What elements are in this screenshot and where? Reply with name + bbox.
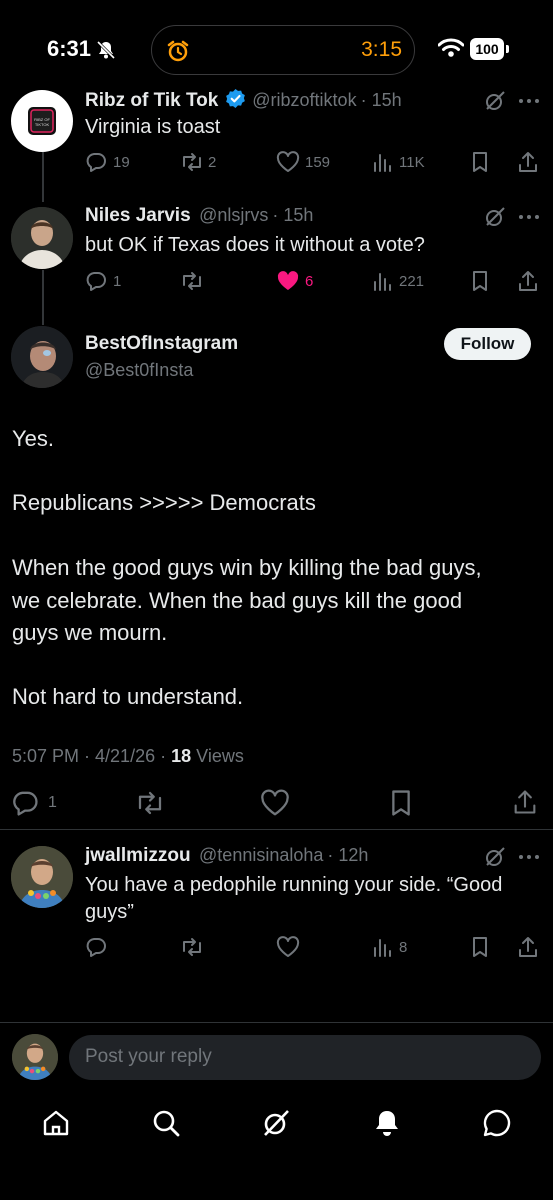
- repost-icon[interactable]: [135, 789, 165, 817]
- divider: [0, 829, 553, 830]
- reply-icon[interactable]: [85, 936, 107, 958]
- status-time: 6:31: [47, 36, 92, 61]
- repost-icon[interactable]: [180, 936, 204, 958]
- share-icon[interactable]: [517, 935, 539, 959]
- bell-slash-icon: [96, 40, 116, 60]
- avatar[interactable]: RIBZ OF TIKTOK: [11, 90, 73, 152]
- verified-badge-icon: [225, 88, 246, 109]
- like-count: 6: [305, 273, 314, 290]
- post-views-count: 18: [171, 746, 192, 766]
- post-time: · 15h: [272, 205, 314, 225]
- tweet-text: Virginia is toast: [85, 116, 221, 138]
- more-options-icon[interactable]: [518, 214, 540, 220]
- timer-label: 3:15: [361, 38, 402, 61]
- avatar-logo-text: RIBZ OF TIKTOK: [34, 117, 50, 127]
- home-indicator: [207, 1182, 347, 1187]
- repost-count: 2: [208, 154, 217, 171]
- avatar[interactable]: [12, 1034, 58, 1080]
- reply-count: 19: [113, 154, 130, 171]
- post-line: When the good guys win by killing the ba…: [12, 555, 482, 580]
- reply-input[interactable]: Post your reply: [69, 1035, 541, 1080]
- author-handle[interactable]: @tennisinaloha: [199, 845, 323, 865]
- view-count: 11K: [399, 154, 425, 171]
- more-options-icon[interactable]: [518, 98, 540, 104]
- divider: [0, 1022, 553, 1023]
- alarm-clock-icon: [166, 39, 190, 63]
- view-count: 221: [399, 273, 425, 290]
- grok-icon[interactable]: [484, 846, 506, 868]
- tweet-header: jwallmizzou @tennisinaloha · 12h: [85, 845, 368, 867]
- post-line: Not hard to understand.: [12, 684, 244, 709]
- reply-count: 1: [113, 273, 122, 290]
- like-icon[interactable]: [276, 936, 300, 958]
- tweet-text: but OK if Texas does it without a vote?: [85, 234, 425, 256]
- reply-icon[interactable]: [85, 270, 107, 292]
- reply-icon[interactable]: [85, 151, 107, 173]
- like-icon[interactable]: [276, 151, 300, 173]
- post-timestamp: 5:07 PM · 4/21/26 ·: [12, 746, 167, 766]
- battery-indicator: 100: [470, 38, 504, 60]
- reply-icon[interactable]: [11, 789, 39, 817]
- bookmark-icon[interactable]: [470, 270, 490, 292]
- dynamic-island[interactable]: 3:15: [151, 25, 415, 75]
- post-time: · 12h: [327, 845, 369, 865]
- author-name[interactable]: jwallmizzou: [85, 845, 191, 866]
- reply-count: 1: [48, 794, 57, 811]
- wifi-icon: [438, 38, 464, 58]
- like-icon[interactable]: [260, 789, 290, 817]
- author-name[interactable]: Ribz of Tik Tok: [85, 90, 218, 111]
- battery-level: 100: [475, 41, 499, 57]
- share-icon[interactable]: [517, 269, 539, 293]
- bookmark-icon[interactable]: [470, 151, 490, 173]
- repost-icon[interactable]: [180, 151, 204, 173]
- author-handle[interactable]: @nlsjrvs: [199, 205, 268, 225]
- reply-text-line: guys”: [85, 901, 134, 923]
- author-name[interactable]: Niles Jarvis: [85, 205, 191, 226]
- author-name[interactable]: BestOfInstagram: [85, 333, 238, 355]
- search-icon[interactable]: [151, 1108, 181, 1138]
- tweet-header: Ribz of Tik Tok @ribzoftiktok · 15h: [85, 88, 402, 112]
- view-count: 8: [399, 939, 408, 956]
- author-handle[interactable]: @ribzoftiktok: [252, 90, 356, 110]
- author-handle[interactable]: @Best0fInsta: [85, 360, 193, 381]
- bookmark-icon[interactable]: [388, 789, 414, 817]
- follow-button-label: Follow: [460, 334, 515, 353]
- home-icon[interactable]: [41, 1108, 71, 1138]
- notifications-icon[interactable]: [372, 1108, 402, 1138]
- repost-icon[interactable]: [180, 270, 204, 292]
- messages-icon[interactable]: [482, 1108, 512, 1138]
- like-icon-active[interactable]: [276, 270, 300, 292]
- avatar[interactable]: [11, 207, 73, 269]
- bookmark-icon[interactable]: [470, 936, 490, 958]
- grok-icon[interactable]: [484, 90, 506, 112]
- thread-line: [42, 152, 44, 202]
- follow-button[interactable]: Follow: [444, 328, 531, 360]
- post-meta: 5:07 PM · 4/21/26 · 18 Views: [12, 746, 244, 767]
- post-time: · 15h: [360, 90, 402, 110]
- thread-line: [42, 270, 44, 325]
- grok-nav-icon[interactable]: [261, 1108, 291, 1138]
- post-views-label: Views: [196, 746, 244, 766]
- post-line: guys we mourn.: [12, 620, 168, 645]
- post-line: we celebrate. When the bad guys kill the…: [12, 588, 463, 613]
- reply-input-placeholder: Post your reply: [85, 1046, 212, 1067]
- share-icon[interactable]: [512, 788, 538, 816]
- avatar[interactable]: [11, 846, 73, 908]
- share-icon[interactable]: [517, 150, 539, 174]
- post-line: Yes.: [12, 426, 55, 451]
- grok-icon[interactable]: [484, 206, 506, 228]
- like-count: 159: [305, 154, 331, 171]
- reply-text-line: You have a pedophile running your side. …: [85, 874, 503, 896]
- views-icon[interactable]: [372, 270, 394, 292]
- avatar[interactable]: [11, 326, 73, 388]
- more-options-icon[interactable]: [518, 854, 540, 860]
- views-icon[interactable]: [372, 936, 394, 958]
- battery-tip: [506, 45, 509, 53]
- views-icon[interactable]: [372, 151, 394, 173]
- tweet-header: Niles Jarvis @nlsjrvs · 15h: [85, 205, 313, 227]
- post-line: Republicans >>>>> Democrats: [12, 490, 316, 515]
